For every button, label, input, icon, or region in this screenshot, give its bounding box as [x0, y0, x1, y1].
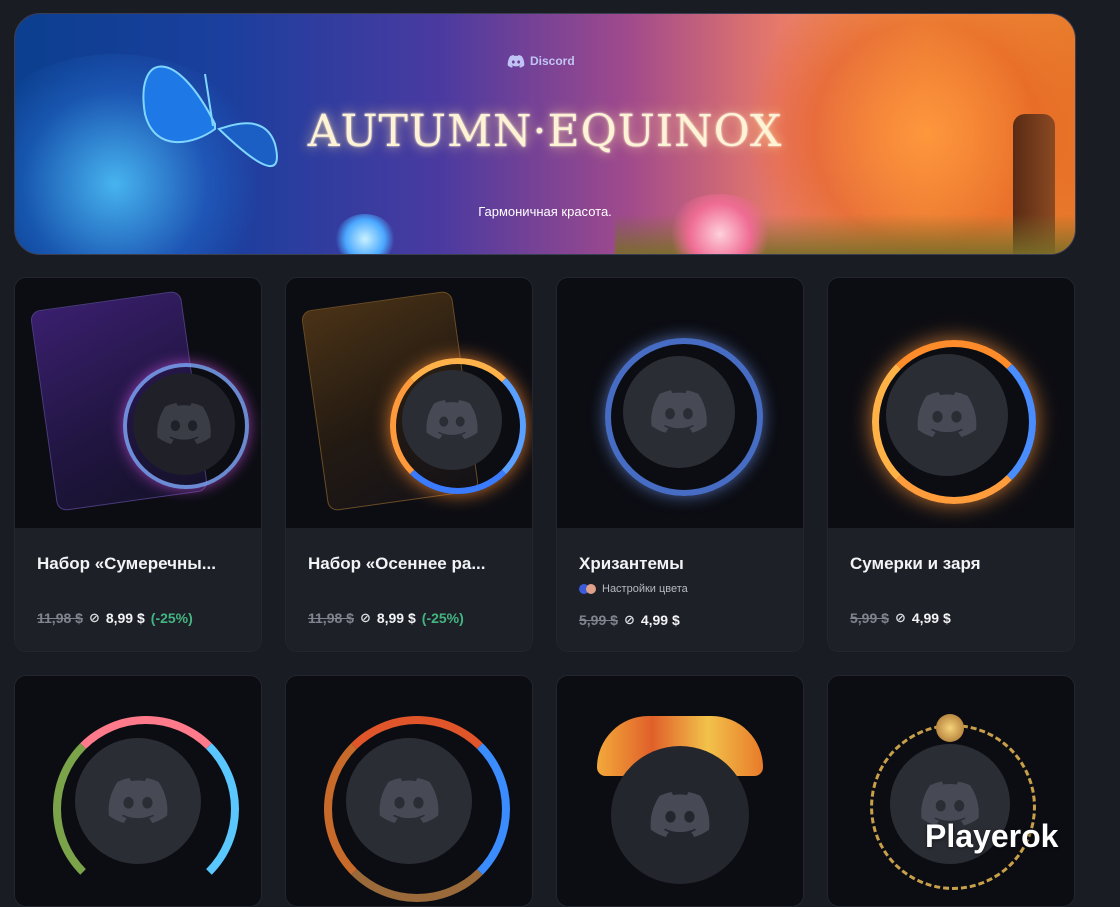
product-preview	[557, 278, 803, 528]
product-preview	[15, 676, 261, 906]
nitro-icon: ⊘	[359, 610, 371, 625]
discord-icon	[379, 778, 439, 823]
nitro-icon: ⊘	[894, 610, 906, 625]
new-price: 8,99 $	[376, 610, 416, 626]
discount: (-25%)	[421, 610, 464, 626]
product-title: Набор «Осеннее ра...	[308, 554, 486, 573]
banner-title: AUTUMN·EQUINOX	[307, 106, 783, 157]
product-card[interactable]	[827, 675, 1075, 907]
avatar	[133, 373, 235, 475]
product-title: Хризантемы	[579, 554, 684, 573]
product-preview	[828, 676, 1074, 906]
product-info: Хризантемы Настройки цвета 5,99 $ ⊘ 4,99…	[557, 528, 803, 651]
product-card[interactable]: Хризантемы Настройки цвета 5,99 $ ⊘ 4,99…	[556, 277, 804, 652]
product-info: Сумерки и заря 5,99 $ ⊘ 4,99 $	[828, 528, 1074, 651]
nitro-icon: ⊘	[88, 610, 100, 625]
product-preview	[15, 278, 261, 528]
product-card[interactable]: Сумерки и заря 5,99 $ ⊘ 4,99 $	[827, 277, 1075, 652]
new-price: 4,99 $	[911, 610, 951, 626]
flower-decoration	[335, 214, 395, 254]
discord-icon	[917, 392, 977, 437]
avatar	[611, 746, 749, 884]
product-preview	[286, 676, 532, 906]
autumn-equinox-banner[interactable]: Discord AUTUMN·EQUINOX Гармоничная красо…	[14, 13, 1076, 255]
product-card[interactable]	[556, 675, 804, 907]
price-row: 11,98 $ ⊘ 8,99 $ (-25%)	[308, 610, 464, 626]
banner-subtitle: Гармоничная красота.	[478, 204, 612, 219]
discord-icon	[108, 778, 168, 823]
discord-brand-label: Discord	[530, 54, 575, 68]
old-price: 11,98 $	[308, 610, 354, 626]
avatar	[402, 370, 502, 470]
discord-icon	[157, 403, 211, 445]
avatar	[75, 738, 201, 864]
old-price: 5,99 $	[579, 612, 618, 628]
product-preview	[286, 278, 532, 528]
product-card[interactable]: Набор «Сумеречны... 11,98 $ ⊘ 8,99 $ (-2…	[14, 277, 262, 652]
old-price: 11,98 $	[37, 610, 83, 626]
price-row: 11,98 $ ⊘ 8,99 $ (-25%)	[37, 610, 193, 626]
avatar	[623, 356, 735, 468]
new-price: 4,99 $	[640, 612, 680, 628]
color-settings[interactable]: Настройки цвета	[579, 583, 688, 595]
avatar	[886, 354, 1008, 476]
nitro-icon: ⊘	[623, 612, 635, 627]
price-row: 5,99 $ ⊘ 4,99 $	[579, 612, 680, 628]
new-price: 8,99 $	[105, 610, 145, 626]
product-card[interactable]	[285, 675, 533, 907]
color-swatches	[579, 584, 596, 594]
avatar	[346, 738, 472, 864]
discord-icon	[651, 390, 707, 433]
color-settings-label: Настройки цвета	[602, 583, 688, 595]
product-preview	[557, 676, 803, 906]
product-card[interactable]: Набор «Осеннее ра... 11,98 $ ⊘ 8,99 $ (-…	[285, 277, 533, 652]
price-row: 5,99 $ ⊘ 4,99 $	[850, 610, 951, 626]
discount: (-25%)	[150, 610, 193, 626]
playerok-watermark: Playerok	[925, 818, 1059, 854]
product-info: Набор «Сумеречны... 11,98 $ ⊘ 8,99 $ (-2…	[15, 528, 261, 651]
product-info: Набор «Осеннее ра... 11,98 $ ⊘ 8,99 $ (-…	[286, 528, 532, 651]
product-preview	[828, 278, 1074, 528]
old-price: 5,99 $	[850, 610, 889, 626]
product-card[interactable]	[14, 675, 262, 907]
product-title: Набор «Сумеречны...	[37, 554, 216, 573]
moon-icon	[936, 714, 964, 742]
discord-icon	[507, 54, 525, 68]
discord-icon	[426, 400, 478, 440]
discord-brand: Discord	[507, 54, 575, 68]
product-title: Сумерки и заря	[850, 554, 981, 573]
discord-icon	[650, 792, 710, 837]
